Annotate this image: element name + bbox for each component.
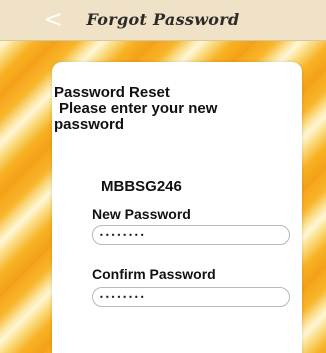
confirm-password-label: Confirm Password <box>92 266 216 282</box>
reset-title: Password Reset <box>54 84 170 101</box>
username-label: MBBSG246 <box>101 178 182 195</box>
chevron-left-icon[interactable]: < <box>42 6 64 32</box>
reset-instructions: Password Reset Please enter your new pas… <box>54 85 294 133</box>
reset-instruction-line: password <box>54 116 125 133</box>
reset-instruction-line: Please enter your new <box>59 100 218 117</box>
new-password-label: New Password <box>92 206 191 222</box>
top-bar: Forgot Password < <box>0 0 326 41</box>
new-password-field[interactable] <box>92 225 290 245</box>
forgot-password-screen: Forgot Password < Password Reset Please … <box>0 0 326 353</box>
confirm-password-field[interactable] <box>92 287 290 307</box>
